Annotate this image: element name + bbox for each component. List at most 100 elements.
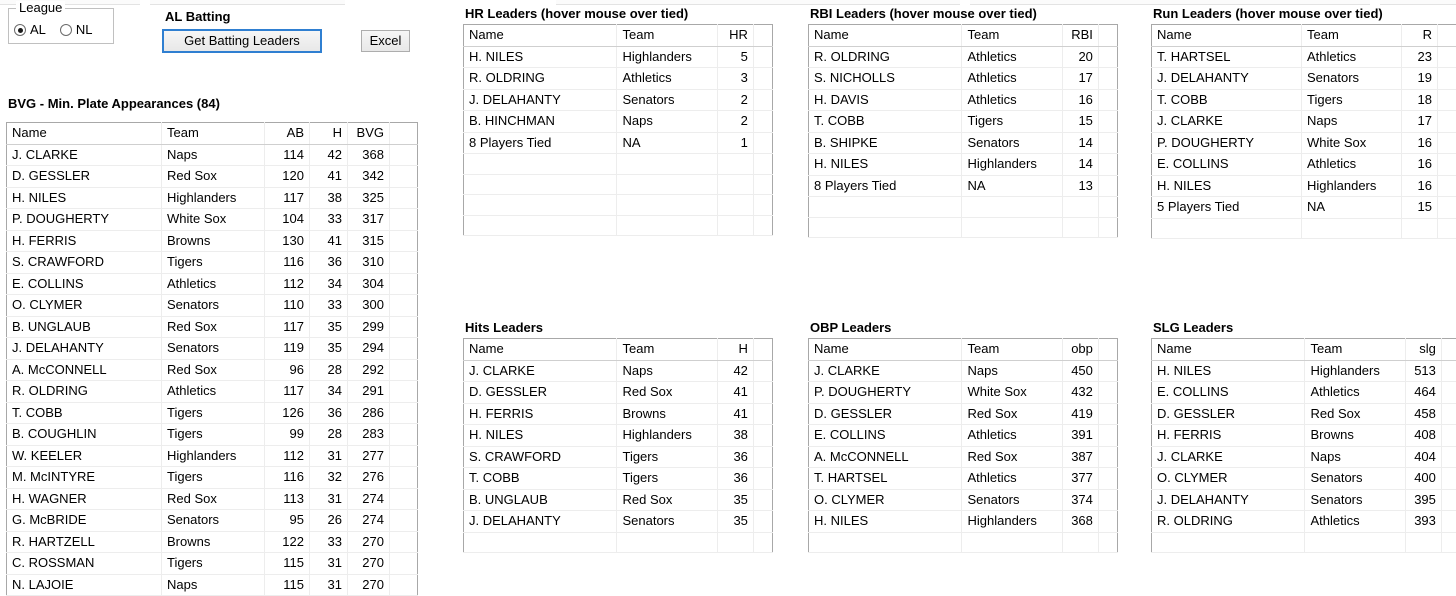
table-row[interactable]: C. ROSSMANTigers11531270 bbox=[7, 553, 418, 575]
table-row[interactable]: T. COBBTigers18 bbox=[1152, 89, 1456, 111]
excel-export-button[interactable]: Excel bbox=[361, 30, 410, 52]
cell-spacer bbox=[1438, 175, 1456, 197]
table-row[interactable]: D. GESSLERRed Sox41 bbox=[464, 382, 773, 404]
table-row[interactable]: O. CLYMERSenators374 bbox=[809, 489, 1118, 511]
table-row[interactable]: J. DELAHANTYSenators2 bbox=[464, 89, 773, 111]
table-row[interactable]: A. McCONNELLRed Sox387 bbox=[809, 446, 1118, 468]
radio-button-icon[interactable] bbox=[14, 24, 26, 36]
cell-name: T. HARTSEL bbox=[809, 468, 962, 490]
cell-name: H. NILES bbox=[464, 46, 617, 68]
table-row[interactable]: T. HARTSELAthletics23 bbox=[1152, 46, 1456, 68]
table-row[interactable]: B. UNGLAUBRed Sox35 bbox=[464, 489, 773, 511]
cell-spacer bbox=[1441, 360, 1456, 382]
table-row[interactable]: W. KEELERHighlanders11231277 bbox=[7, 445, 418, 467]
table-row-empty bbox=[464, 532, 773, 553]
table-row-empty bbox=[809, 197, 1118, 218]
cell-spacer bbox=[390, 488, 418, 510]
table-row[interactable]: J. CLARKENaps450 bbox=[809, 360, 1118, 382]
table-row[interactable]: P. DOUGHERTYWhite Sox10433317 bbox=[7, 209, 418, 231]
table-row[interactable]: R. OLDRINGAthletics11734291 bbox=[7, 381, 418, 403]
table-row[interactable]: J. CLARKENaps42 bbox=[464, 360, 773, 382]
table-row[interactable]: H. WAGNERRed Sox11331274 bbox=[7, 488, 418, 510]
cell-team: Highlanders bbox=[962, 154, 1062, 176]
table-row[interactable]: J. DELAHANTYSenators35 bbox=[464, 511, 773, 533]
table-row[interactable]: E. COLLINSAthletics391 bbox=[809, 425, 1118, 447]
table-row[interactable]: N. LAJOIENaps11531270 bbox=[7, 574, 418, 596]
column-header: Name bbox=[464, 25, 617, 47]
cell-stat: 368 bbox=[348, 144, 390, 166]
column-header: Name bbox=[7, 123, 162, 145]
table-row[interactable]: S. CRAWFORDTigers36 bbox=[464, 446, 773, 468]
table-row[interactable]: E. COLLINSAthletics11234304 bbox=[7, 273, 418, 295]
table-row[interactable]: S. CRAWFORDTigers11636310 bbox=[7, 252, 418, 274]
table-row[interactable]: T. HARTSELAthletics377 bbox=[809, 468, 1118, 490]
table-row[interactable]: T. COBBTigers36 bbox=[464, 468, 773, 490]
table-row[interactable]: B. SHIPKESenators14 bbox=[809, 132, 1118, 154]
cell-stat: 15 bbox=[1402, 197, 1438, 219]
table-row[interactable]: H. NILESHighlanders513 bbox=[1152, 360, 1456, 382]
table-row[interactable]: R. HARTZELLBrowns12233270 bbox=[7, 531, 418, 553]
table-row-tied[interactable]: 5 Players TiedNA15 bbox=[1152, 197, 1456, 219]
radio-option-nl[interactable]: NL bbox=[60, 23, 93, 37]
table-row[interactable]: O. CLYMERSenators400 bbox=[1152, 468, 1456, 490]
table-row[interactable]: H. NILESHighlanders368 bbox=[809, 511, 1118, 533]
table-row[interactable]: J. DELAHANTYSenators19 bbox=[1152, 68, 1456, 90]
table-row[interactable]: R. OLDRINGAthletics20 bbox=[809, 46, 1118, 68]
table-row[interactable]: H. NILESHighlanders38 bbox=[464, 425, 773, 447]
table-row-tied[interactable]: 8 Players TiedNA13 bbox=[809, 175, 1118, 197]
cell-team: Athletics bbox=[1305, 511, 1405, 533]
table-row[interactable]: E. COLLINSAthletics16 bbox=[1152, 154, 1456, 176]
radio-button-icon[interactable] bbox=[60, 24, 72, 36]
cell-stat: 41 bbox=[717, 403, 753, 425]
table-row[interactable]: G. McBRIDESenators9526274 bbox=[7, 510, 418, 532]
table-row[interactable]: H. FERRISBrowns408 bbox=[1152, 425, 1456, 447]
table-row[interactable]: E. COLLINSAthletics464 bbox=[1152, 382, 1456, 404]
cell-team: Athletics bbox=[1302, 46, 1402, 68]
table-row[interactable]: B. HINCHMANNaps2 bbox=[464, 111, 773, 133]
table-row[interactable]: H. NILESHighlanders5 bbox=[464, 46, 773, 68]
table-row-tied[interactable]: 8 Players TiedNA1 bbox=[464, 132, 773, 154]
column-header: AB bbox=[265, 123, 310, 145]
table-row[interactable]: O. CLYMERSenators11033300 bbox=[7, 295, 418, 317]
table-row[interactable]: T. COBBTigers15 bbox=[809, 111, 1118, 133]
cell-spacer bbox=[1098, 425, 1117, 447]
table-row[interactable]: J. CLARKENaps17 bbox=[1152, 111, 1456, 133]
table-row[interactable]: H. FERRISBrowns41 bbox=[464, 403, 773, 425]
table-row[interactable]: B. COUGHLINTigers9928283 bbox=[7, 424, 418, 446]
table-row[interactable]: P. DOUGHERTYWhite Sox16 bbox=[1152, 132, 1456, 154]
table-row[interactable]: T. COBBTigers12636286 bbox=[7, 402, 418, 424]
cell-stat: 16 bbox=[1062, 89, 1098, 111]
table-row[interactable]: D. GESSLERRed Sox458 bbox=[1152, 403, 1456, 425]
table-row[interactable]: H. NILESHighlanders11738325 bbox=[7, 187, 418, 209]
cell-name: P. DOUGHERTY bbox=[7, 209, 162, 231]
table-row[interactable]: R. OLDRINGAthletics393 bbox=[1152, 511, 1456, 533]
table-row[interactable]: R. OLDRINGAthletics3 bbox=[464, 68, 773, 90]
cell-spacer bbox=[1098, 382, 1117, 404]
table-row[interactable]: J. DELAHANTYSenators11935294 bbox=[7, 338, 418, 360]
get-batting-leaders-button[interactable]: Get Batting Leaders bbox=[163, 30, 321, 52]
table-row[interactable]: H. NILESHighlanders14 bbox=[809, 154, 1118, 176]
cell-empty bbox=[717, 195, 753, 216]
table-row[interactable]: S. NICHOLLSAthletics17 bbox=[809, 68, 1118, 90]
cell-stat: 377 bbox=[1062, 468, 1098, 490]
table-row[interactable]: D. GESSLERRed Sox419 bbox=[809, 403, 1118, 425]
table-row[interactable]: H. FERRISBrowns13041315 bbox=[7, 230, 418, 252]
run-leaders-title: Run Leaders (hover mouse over tied) bbox=[1153, 6, 1456, 22]
table-row[interactable]: P. DOUGHERTYWhite Sox432 bbox=[809, 382, 1118, 404]
cell-name: S. CRAWFORD bbox=[464, 446, 617, 468]
table-row[interactable]: J. CLARKENaps404 bbox=[1152, 446, 1456, 468]
rbi-leaders-title: RBI Leaders (hover mouse over tied) bbox=[810, 6, 1118, 22]
cell-name: J. CLARKE bbox=[809, 360, 962, 382]
table-row[interactable]: H. DAVISAthletics16 bbox=[809, 89, 1118, 111]
table-row[interactable]: B. UNGLAUBRed Sox11735299 bbox=[7, 316, 418, 338]
cell-spacer bbox=[1438, 89, 1456, 111]
table-row[interactable]: D. GESSLERRed Sox12041342 bbox=[7, 166, 418, 188]
cell-stat: 387 bbox=[1062, 446, 1098, 468]
radio-option-al[interactable]: AL bbox=[14, 23, 46, 37]
cell-empty bbox=[1152, 532, 1305, 553]
table-row[interactable]: H. NILESHighlanders16 bbox=[1152, 175, 1456, 197]
table-row[interactable]: J. CLARKENaps11442368 bbox=[7, 144, 418, 166]
table-row[interactable]: J. DELAHANTYSenators395 bbox=[1152, 489, 1456, 511]
table-row[interactable]: A. McCONNELLRed Sox9628292 bbox=[7, 359, 418, 381]
table-row[interactable]: M. McINTYRETigers11632276 bbox=[7, 467, 418, 489]
